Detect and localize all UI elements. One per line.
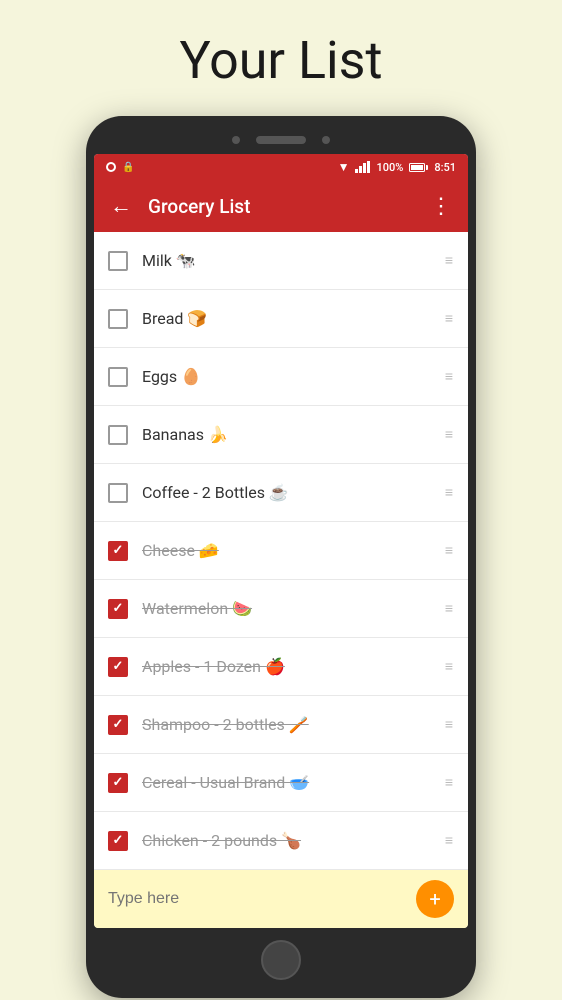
add-item-button[interactable]: +: [416, 880, 454, 918]
list-item: Watermelon 🍉≡: [94, 580, 468, 638]
app-bar-title: Grocery List: [148, 195, 430, 218]
more-options-button[interactable]: ⋮: [430, 194, 452, 219]
item-text-8: Apples - 1 Dozen 🍎: [142, 657, 445, 676]
list-item: Eggs 🥚≡: [94, 348, 468, 406]
bottom-input-bar: +: [94, 870, 468, 928]
signal-bar-1: [355, 169, 358, 173]
list-item: Milk 🐄≡: [94, 232, 468, 290]
list-item: Apples - 1 Dozen 🍎≡: [94, 638, 468, 696]
app-bar: ← Grocery List ⋮: [94, 180, 468, 232]
item-text-11: Chicken - 2 pounds 🍗: [142, 831, 445, 850]
list-item: Coffee - 2 Bottles ☕≡: [94, 464, 468, 522]
checkbox-item-3[interactable]: [108, 367, 128, 387]
drag-handle-11[interactable]: ≡: [445, 832, 454, 849]
add-icon: +: [429, 889, 440, 909]
drag-handle-6[interactable]: ≡: [445, 542, 454, 559]
item-text-7: Watermelon 🍉: [142, 599, 445, 618]
wifi-icon: ▼: [338, 160, 350, 174]
item-text-4: Bananas 🍌: [142, 425, 445, 444]
signal-bars: [355, 161, 370, 173]
signal-bar-4: [367, 161, 370, 173]
phone-bottom-bar: [94, 940, 468, 980]
checkbox-item-6[interactable]: [108, 541, 128, 561]
drag-handle-7[interactable]: ≡: [445, 600, 454, 617]
item-text-9: Shampoo - 2 bottles 🪥: [142, 715, 445, 734]
drag-handle-1[interactable]: ≡: [445, 252, 454, 269]
phone-screen: 🔒 ▼ 100% 8:51: [94, 154, 468, 928]
drag-handle-5[interactable]: ≡: [445, 484, 454, 501]
checkbox-item-9[interactable]: [108, 715, 128, 735]
drag-handle-8[interactable]: ≡: [445, 658, 454, 675]
checkbox-item-4[interactable]: [108, 425, 128, 445]
type-here-input[interactable]: [108, 890, 416, 908]
back-button[interactable]: ←: [110, 193, 132, 219]
checkbox-item-5[interactable]: [108, 483, 128, 503]
phone-frame: 🔒 ▼ 100% 8:51: [86, 116, 476, 998]
battery-percent: 100%: [376, 161, 403, 174]
checkbox-item-11[interactable]: [108, 831, 128, 851]
item-text-3: Eggs 🥚: [142, 367, 445, 386]
checkbox-item-8[interactable]: [108, 657, 128, 677]
list-item: Cereal - Usual Brand 🥣≡: [94, 754, 468, 812]
list-item: Bananas 🍌≡: [94, 406, 468, 464]
drag-handle-2[interactable]: ≡: [445, 310, 454, 327]
home-button[interactable]: [261, 940, 301, 980]
list-item: Chicken - 2 pounds 🍗≡: [94, 812, 468, 870]
list-item: Bread 🍞≡: [94, 290, 468, 348]
signal-bar-2: [359, 166, 362, 173]
grocery-list: Milk 🐄≡Bread 🍞≡Eggs 🥚≡Bananas 🍌≡Coffee -…: [94, 232, 468, 870]
status-left: 🔒: [106, 162, 134, 173]
checkbox-item-10[interactable]: [108, 773, 128, 793]
item-text-6: Cheese 🧀: [142, 541, 445, 560]
drag-handle-3[interactable]: ≡: [445, 368, 454, 385]
checkbox-item-7[interactable]: [108, 599, 128, 619]
drag-handle-4[interactable]: ≡: [445, 426, 454, 443]
checkbox-item-1[interactable]: [108, 251, 128, 271]
status-right: ▼ 100% 8:51: [338, 160, 456, 174]
status-sim-icon: 🔒: [122, 162, 134, 173]
drag-handle-10[interactable]: ≡: [445, 774, 454, 791]
phone-top-bar: [94, 130, 468, 154]
page-title: Your List: [180, 30, 383, 91]
drag-handle-9[interactable]: ≡: [445, 716, 454, 733]
clock: 8:51: [434, 161, 456, 174]
status-bar: 🔒 ▼ 100% 8:51: [94, 154, 468, 180]
phone-speaker: [256, 136, 306, 144]
list-item: Shampoo - 2 bottles 🪥≡: [94, 696, 468, 754]
battery-icon: [409, 163, 428, 172]
signal-bar-3: [363, 163, 366, 173]
item-text-1: Milk 🐄: [142, 251, 445, 270]
list-item: Cheese 🧀≡: [94, 522, 468, 580]
status-record-icon: [106, 162, 116, 172]
front-camera: [232, 136, 240, 144]
item-text-5: Coffee - 2 Bottles ☕: [142, 483, 445, 502]
front-sensor: [322, 136, 330, 144]
item-text-10: Cereal - Usual Brand 🥣: [142, 773, 445, 792]
item-text-2: Bread 🍞: [142, 309, 445, 328]
checkbox-item-2[interactable]: [108, 309, 128, 329]
